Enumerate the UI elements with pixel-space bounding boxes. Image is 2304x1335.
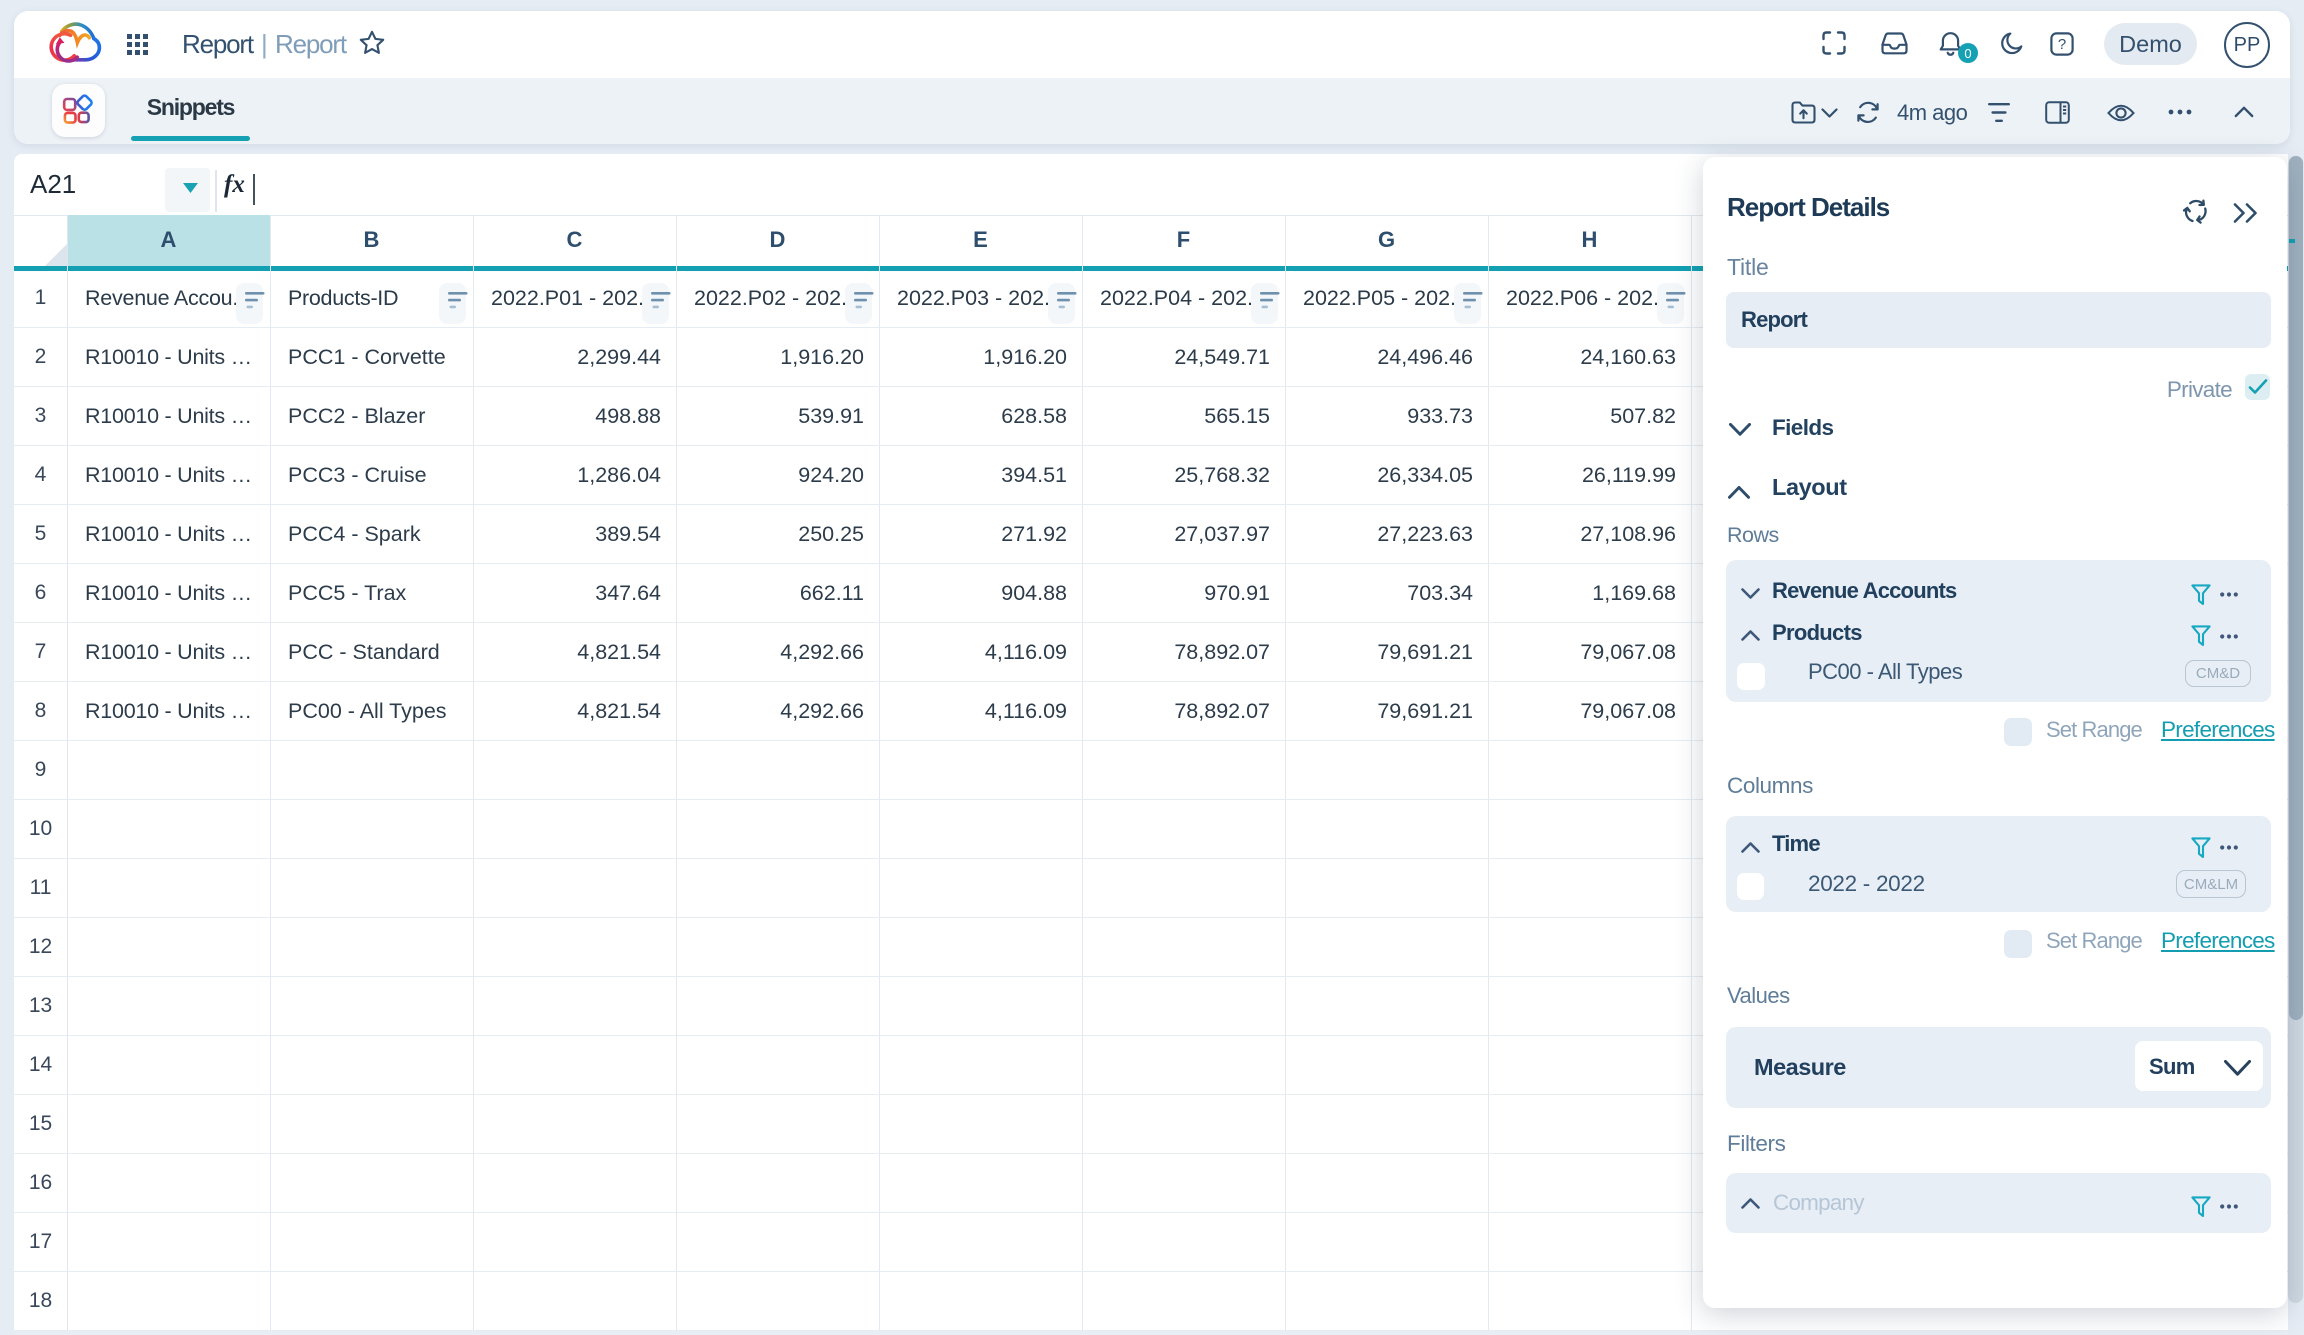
svg-text:?: ? [2058, 36, 2066, 53]
